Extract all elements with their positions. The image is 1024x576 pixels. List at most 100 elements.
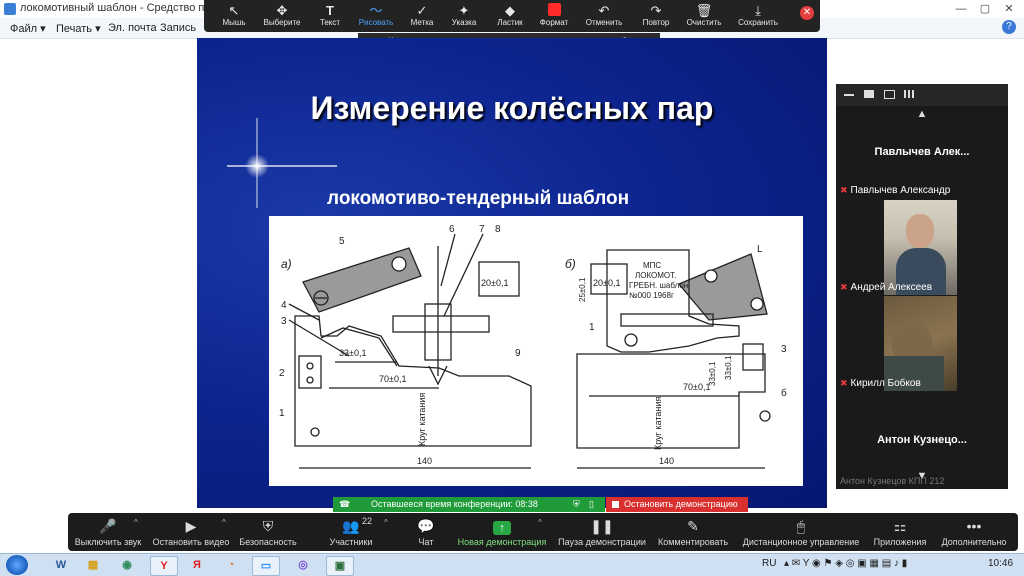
svg-text:3: 3 xyxy=(781,344,787,355)
language-indicator[interactable]: RU xyxy=(762,558,776,569)
gallery-view-icon[interactable] xyxy=(904,90,914,98)
clock[interactable]: 10:46 xyxy=(988,558,1013,569)
save-icon: ⤓ xyxy=(755,3,761,18)
security-button[interactable]: ⛨ Безопасность xyxy=(236,513,300,551)
participants-button[interactable]: 👥 Участники 22 ^ xyxy=(324,513,388,551)
speaker-view-icon[interactable] xyxy=(884,90,895,99)
minimize-button[interactable]: — xyxy=(950,0,972,18)
tool-mouse[interactable]: ↖ Мышь xyxy=(208,0,260,32)
menu-print[interactable]: Печать ▾ xyxy=(56,22,101,35)
svg-text:7: 7 xyxy=(479,224,485,235)
stop-video-button[interactable]: ▶ Остановить видео ^ xyxy=(150,513,232,551)
svg-text:L: L xyxy=(757,244,763,255)
svg-text:5: 5 xyxy=(339,236,345,247)
taskbar-app-orange[interactable]: ◔ xyxy=(218,556,244,574)
svg-text:25±0,1: 25±0,1 xyxy=(578,277,587,302)
svg-text:№000 1968г: №000 1968г xyxy=(629,291,674,300)
menu-file[interactable]: Файл ▾ xyxy=(10,22,46,35)
phone-icon: ☎ xyxy=(339,499,351,509)
video-tile-kirill[interactable] xyxy=(884,296,957,391)
tool-save[interactable]: ⤓ Сохранить xyxy=(732,0,784,32)
scroll-up-icon[interactable]: ▲ xyxy=(836,108,1008,120)
tool-redo[interactable]: ↷ Повтор xyxy=(630,0,682,32)
photo-viewer-icon xyxy=(4,3,16,15)
close-window-button[interactable]: ✕ xyxy=(998,0,1020,18)
svg-text:70±0,1: 70±0,1 xyxy=(379,374,406,384)
menu-email[interactable]: Эл. почта xyxy=(108,22,157,34)
taskbar-viber[interactable]: ◎ xyxy=(290,556,316,574)
tool-undo[interactable]: ↶ Отменить xyxy=(578,0,630,32)
annotation-toolbar: ↖ Мышь ✥ Выберите T Текст 〜 Рисовать ✓ Метка … xyxy=(204,0,820,32)
pencil-icon: ✎ xyxy=(687,518,699,534)
trash-icon: 🗑 xyxy=(695,3,713,18)
menu-record[interactable]: Запись xyxy=(160,22,196,34)
mic-muted-icon: ✖ xyxy=(840,378,848,388)
tool-pointer[interactable]: ✦ Указка xyxy=(438,0,490,32)
svg-text:8: 8 xyxy=(495,224,501,235)
shared-slide: Измерение колёсных пар локомотиво-тендер… xyxy=(197,38,827,508)
chevron-up-icon[interactable]: ^ xyxy=(134,518,138,527)
participant-tile-name-1: Павлычев Алек... xyxy=(874,146,970,158)
meeting-controls-bar: 🎤 Выключить звук ^ ▶ Остановить видео ^ ⛨ Без… xyxy=(68,513,1018,551)
minimize-view-icon[interactable] xyxy=(844,94,854,96)
svg-text:ЛОКОМОТ.: ЛОКОМОТ. xyxy=(635,271,676,280)
stop-icon xyxy=(612,501,619,508)
label-a: а) xyxy=(281,257,292,271)
slide-title: Измерение колёсных пар xyxy=(310,90,714,126)
tool-text[interactable]: T Текст xyxy=(304,0,356,32)
taskbar-yandex-browser[interactable]: Y xyxy=(150,556,178,576)
pause-share-button[interactable]: ❚❚ Пауза демонстрации xyxy=(556,513,648,551)
apps-button[interactable]: ⚏ Приложения xyxy=(870,513,930,551)
taskbar-chrome[interactable]: ◉ xyxy=(114,556,140,574)
tool-clear[interactable]: 🗑 Очистить xyxy=(678,0,730,32)
taskbar-word[interactable]: W xyxy=(48,556,74,574)
tool-format[interactable]: Формат xyxy=(528,0,580,32)
cursor-icon: ↖ xyxy=(228,3,240,18)
camera-icon: ▶ xyxy=(185,518,197,534)
taskbar-photo-viewer[interactable]: ▣ xyxy=(326,556,354,576)
remote-control-button[interactable]: 🖱 Дистанционное управление xyxy=(740,513,862,551)
svg-text:б): б) xyxy=(565,257,576,271)
mic-muted-icon: ✖ xyxy=(840,185,848,195)
tool-draw[interactable]: 〜 Рисовать xyxy=(350,0,402,32)
undo-icon: ↶ xyxy=(598,3,610,18)
info-icon[interactable]: ▯ xyxy=(589,497,594,512)
stop-sharing-button[interactable]: Остановить демонстрацию xyxy=(606,497,748,512)
chevron-up-icon[interactable]: ^ xyxy=(538,518,542,527)
face-shape xyxy=(906,214,934,248)
taskbar-zoom[interactable]: ▭ xyxy=(252,556,280,576)
pause-icon: ❚❚ xyxy=(590,518,614,534)
help-icon[interactable]: ? xyxy=(1002,20,1016,34)
mute-button[interactable]: 🎤 Выключить звук ^ xyxy=(70,513,146,551)
more-button[interactable]: ••• Дополнительно xyxy=(938,513,1010,551)
annotate-button[interactable]: ✎ Комментировать xyxy=(656,513,730,551)
format-color-swatch xyxy=(547,3,561,16)
tool-select[interactable]: ✥ Выберите xyxy=(256,0,308,32)
taskbar-yandex[interactable]: Я xyxy=(184,556,210,574)
svg-text:1: 1 xyxy=(279,408,285,419)
video-tile-andrey[interactable] xyxy=(884,200,957,295)
svg-text:6: 6 xyxy=(449,224,455,235)
svg-text:МПС: МПС xyxy=(643,261,661,270)
tray-icons: ▴ ✉ Y ◉ ⚑ ◈ ◎ ▣ ▦ ▤ ♪ ▮ xyxy=(784,558,908,569)
start-button[interactable] xyxy=(6,555,28,575)
participants-gallery: ▲ Павлычев Алек... ✖ Павлычев Александр ✖… xyxy=(836,84,1008,489)
svg-text:Круг катания: Круг катания xyxy=(653,397,663,450)
windows-taskbar: W ▦ ◉ Y Я ◔ ▭ ◎ ▣ RU ▴ ✉ Y ◉ ⚑ ◈ ◎ ▣ ▦ ▤… xyxy=(0,553,1024,576)
text-icon: T xyxy=(326,3,334,18)
chevron-up-icon[interactable]: ^ xyxy=(222,518,226,527)
apps-icon: ⚏ xyxy=(893,518,907,534)
participant-name-2: ✖ Андрей Алексеев xyxy=(840,282,933,293)
chevron-up-icon[interactable]: ^ xyxy=(384,518,388,527)
new-share-button[interactable]: ↑ Новая демонстрация ^ xyxy=(454,513,550,551)
chat-bubble-icon: 💬 xyxy=(417,518,435,534)
svg-text:140: 140 xyxy=(417,456,432,466)
chat-button[interactable]: 💬 Чат xyxy=(408,513,444,551)
taskbar-explorer[interactable]: ▦ xyxy=(80,556,106,574)
svg-text:33±0,1: 33±0,1 xyxy=(339,348,366,358)
strip-view-icon[interactable] xyxy=(864,90,874,98)
maximize-button[interactable]: ▢ xyxy=(974,0,996,18)
timer-text: Оставшееся время конференции: 08:38 xyxy=(371,499,538,509)
close-annotation-icon[interactable]: ✕ xyxy=(800,6,814,20)
svg-text:33±0,1: 33±0,1 xyxy=(724,355,733,380)
